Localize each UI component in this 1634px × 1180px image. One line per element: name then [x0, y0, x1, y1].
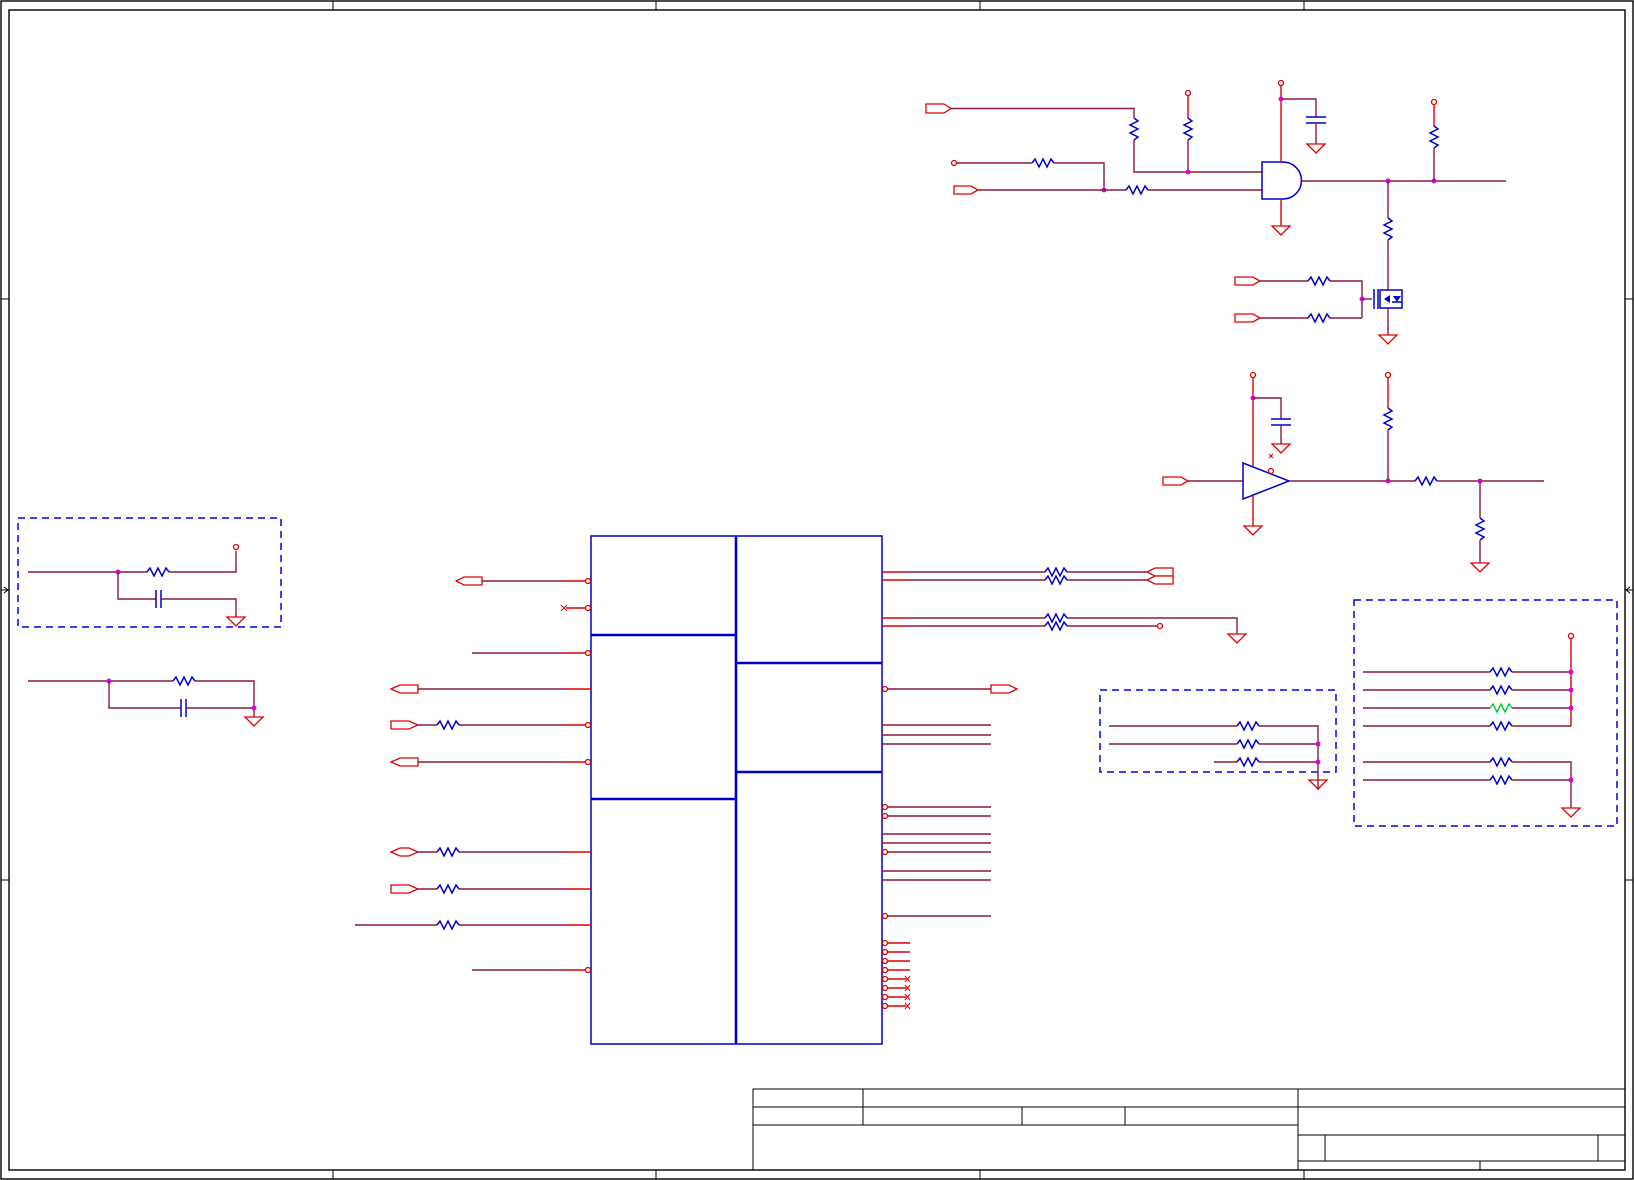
resistor-term-a3	[1236, 756, 1260, 768]
power-flag-buffer-out	[1384, 371, 1392, 379]
resistor-term-b2	[1489, 684, 1513, 696]
ground-symbol	[1377, 334, 1399, 345]
ground-symbol	[1270, 443, 1292, 454]
mosfet-section	[1234, 275, 1403, 345]
resistor-term-b6	[1489, 774, 1513, 786]
power-flag-output	[1430, 98, 1438, 106]
diff-port-neg	[1145, 575, 1174, 585]
ground-symbol	[1305, 143, 1327, 154]
input-port-3	[1234, 276, 1262, 286]
resistor-term-b4	[1489, 720, 1513, 732]
main-ic	[590, 535, 883, 1045]
input-port-6	[390, 720, 420, 730]
left-rc-group	[17, 517, 282, 628]
ground-symbol	[1560, 807, 1582, 818]
capacitor-rc-a	[155, 590, 162, 608]
resistor-term-b3-highlighted	[1489, 702, 1513, 714]
and-gate	[1261, 161, 1303, 200]
capacitor-rc-b	[180, 699, 187, 717]
resistor-output-pullup	[1428, 125, 1440, 149]
resistor-rc-b	[172, 675, 196, 687]
resistor-diff-a-neg	[1044, 574, 1068, 586]
ground-symbol	[1270, 225, 1292, 236]
resistor-term-a1	[1236, 720, 1260, 732]
resistor-ic-input-b	[436, 883, 460, 895]
ic-left-pins	[355, 576, 592, 974]
and-gate-section	[925, 79, 1506, 290]
termination-group-b	[1353, 599, 1618, 827]
ground-symbol	[1469, 562, 1491, 573]
sheet-frame	[0, 0, 1634, 1180]
test-point-diff	[1156, 622, 1164, 630]
test-point-input	[950, 159, 958, 167]
resistor-rc-a	[146, 566, 170, 578]
left-center-arrow-icon	[1, 586, 9, 594]
resistor-pullup-a	[1128, 117, 1140, 141]
title-block	[752, 1088, 1626, 1171]
resistor-term-b5	[1489, 756, 1513, 768]
resistor-diff-b-neg	[1044, 620, 1068, 632]
buffer-amplifier	[1242, 461, 1292, 501]
resistor-series-a	[1031, 157, 1055, 169]
power-flag-b	[1184, 89, 1192, 97]
capacitor-buffer-decoupling	[1271, 418, 1291, 426]
output-port-2	[389, 684, 419, 694]
resistor-ic-bidir	[436, 846, 460, 858]
resistor-term-b1	[1489, 666, 1513, 678]
ground-symbol	[1242, 525, 1264, 536]
resistor-series-b	[1125, 184, 1149, 196]
ic-right-pins	[881, 566, 1248, 1010]
ground-symbol	[243, 716, 265, 727]
buffer-section	[1162, 371, 1544, 573]
resistor-output-series	[1382, 217, 1394, 241]
diff-port-pos	[1145, 567, 1174, 577]
resistor-gate-a	[1307, 275, 1331, 287]
power-flag-rc-a	[232, 543, 240, 551]
right-center-arrow-icon	[1625, 586, 1633, 594]
output-port-4	[990, 684, 1019, 694]
resistor-buffer-pullup	[1382, 407, 1394, 431]
input-port-5	[1162, 476, 1190, 486]
ground-symbol	[1226, 633, 1248, 644]
power-flag-buffer	[1249, 371, 1257, 379]
resistor-buffer-series	[1414, 475, 1438, 487]
ground-symbol	[225, 616, 247, 627]
bidirectional-port-1	[389, 847, 420, 857]
input-port-1	[925, 103, 953, 114]
resistor-buffer-pulldown	[1474, 517, 1486, 541]
no-connect-pins	[881, 939, 911, 1010]
output-port-3	[389, 757, 419, 767]
resistor-pullup-b	[1182, 117, 1194, 141]
termination-group-a	[1099, 689, 1337, 790]
schematic-sheet	[0, 0, 1634, 1180]
buffer-enable-pin	[1267, 467, 1275, 475]
capacitor-gate-decoupling	[1306, 116, 1326, 124]
power-flag-gate	[1277, 79, 1285, 87]
input-port-4	[1234, 313, 1262, 323]
resistor-ic-input-a	[436, 719, 460, 731]
mosfet-transistor	[1373, 289, 1403, 309]
resistor-ic-input-c	[436, 919, 460, 931]
output-port-1	[454, 576, 483, 586]
left-rc-group-2	[28, 675, 265, 727]
power-flag-term-b	[1567, 632, 1575, 640]
resistor-gate-b	[1307, 312, 1331, 324]
resistor-term-a2	[1236, 738, 1260, 750]
input-port-2	[953, 185, 980, 195]
input-port-7	[390, 884, 420, 894]
